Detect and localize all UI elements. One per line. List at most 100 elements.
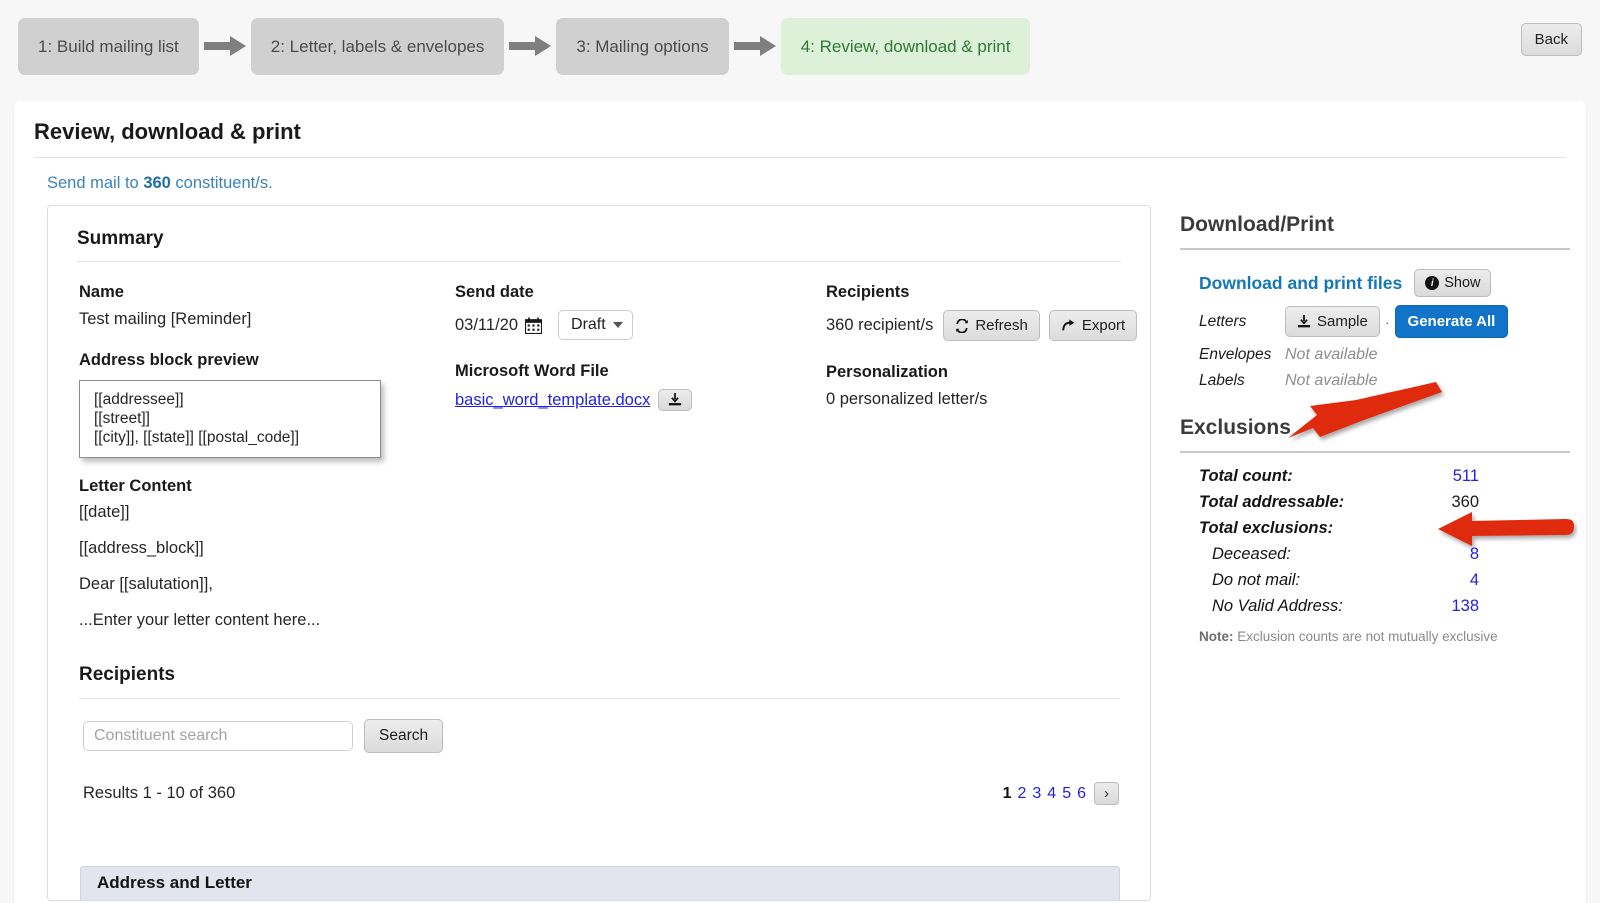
- search-input[interactable]: [83, 721, 353, 751]
- wizard-steps: 1: Build mailing list 2: Letter, labels …: [0, 17, 1031, 75]
- word-file-row: basic_word_template.docx: [455, 389, 826, 411]
- show-button-label: Show: [1444, 275, 1481, 291]
- wizard-step-4[interactable]: 4: Review, download & print: [780, 17, 1031, 75]
- exclusions-note-text: Exclusion counts are not mutually exclus…: [1233, 629, 1498, 644]
- send-mail-suffix: constituent/s.: [170, 174, 273, 192]
- info-icon: i: [1425, 276, 1440, 290]
- send-date-label: Send date: [455, 283, 534, 301]
- letter-content-line-1: [[date]]: [79, 503, 130, 521]
- recipients-table-header: Address and Letter: [80, 866, 1120, 900]
- chevron-down-icon: [612, 322, 623, 328]
- exclusions-divider: [1180, 451, 1570, 453]
- summary-heading: Summary: [77, 228, 164, 249]
- personalization-value: 0 personalized letter/s: [826, 390, 988, 408]
- letters-label: Letters: [1199, 312, 1247, 330]
- refresh-button[interactable]: Refresh: [943, 310, 1040, 341]
- next-page-button[interactable]: ›: [1094, 782, 1119, 805]
- summary-column-right: Recipients 360 recipient/s Refresh Expor…: [826, 283, 1146, 480]
- exclusion-label: Total exclusions:: [1199, 519, 1334, 537]
- results-count-text: Results 1 - 10 of 360: [83, 784, 236, 802]
- refresh-icon: [956, 318, 969, 333]
- exclusion-value[interactable]: 4: [1470, 571, 1479, 590]
- generate-all-button[interactable]: Generate All: [1394, 305, 1509, 338]
- summary-panel: Summary Name Test mailing [Reminder] Add…: [47, 205, 1151, 901]
- export-arrow-icon: [1062, 319, 1075, 330]
- recipients-section-heading: Recipients: [79, 664, 176, 685]
- labels-label: Labels: [1199, 372, 1245, 389]
- page-link-1: 1: [1002, 784, 1012, 802]
- labels-file-row: Labels Not available: [1199, 372, 1570, 390]
- recipients-field: Recipients 360 recipient/s Refresh Expor…: [826, 283, 1146, 341]
- wizard-step-3[interactable]: 3: Mailing options: [556, 17, 729, 75]
- exclusion-value: 360: [1451, 493, 1479, 511]
- send-date-field: Send date 03/11/20 Draft: [455, 283, 826, 340]
- download-icon: [1297, 314, 1311, 327]
- export-button[interactable]: Export: [1048, 310, 1138, 341]
- status-dropdown[interactable]: Draft: [558, 310, 633, 340]
- download-icon: [669, 393, 682, 406]
- exclusion-value[interactable]: 138: [1451, 597, 1479, 616]
- send-date-value: 03/11/20: [455, 315, 519, 334]
- sample-letters-button[interactable]: Sample: [1285, 306, 1380, 337]
- summary-column-left: Name Test mailing [Reminder] Address blo…: [79, 283, 455, 480]
- envelopes-status: Not available: [1285, 346, 1378, 363]
- page-link-2[interactable]: 2: [1017, 785, 1026, 803]
- page-link-3[interactable]: 3: [1032, 785, 1041, 803]
- exclusion-label: Deceased:: [1212, 545, 1291, 563]
- exclusion-row-do-not-mail: Do not mail: 4: [1199, 571, 1479, 590]
- download-print-files-row: Download and print files i Show: [1199, 269, 1570, 297]
- personalization-label: Personalization: [826, 363, 948, 381]
- page-link-4[interactable]: 4: [1047, 785, 1056, 803]
- recipients-divider: [79, 698, 1119, 699]
- pagination: 1 2 3 4 5 6 ›: [1003, 782, 1119, 805]
- recipients-count: 360 recipient/s: [826, 316, 934, 334]
- refresh-button-label: Refresh: [975, 317, 1028, 334]
- word-file-link[interactable]: basic_word_template.docx: [455, 391, 650, 410]
- back-button[interactable]: Back: [1520, 23, 1582, 56]
- exclusion-label: Do not mail:: [1212, 571, 1301, 589]
- send-mail-summary-link[interactable]: Send mail to 360 constituent/s.: [47, 174, 1586, 193]
- send-mail-count: 360: [143, 174, 171, 192]
- download-word-file-button[interactable]: [658, 389, 693, 411]
- search-button[interactable]: Search: [364, 719, 444, 753]
- results-row: Results 1 - 10 of 360 1 2 3 4 5 6 ›: [83, 782, 1119, 805]
- exclusion-label: No Valid Address:: [1212, 597, 1343, 615]
- letter-content-section: Letter Content [[date]] [[address_block]…: [48, 477, 1150, 630]
- recipients-row: 360 recipient/s Refresh Export: [826, 310, 1146, 341]
- constituent-search-row: Search: [83, 719, 1150, 753]
- download-and-print-files-link[interactable]: Download and print files: [1199, 273, 1402, 294]
- address-line-2: [[street]]: [94, 410, 150, 427]
- wizard-step-2[interactable]: 2: Letter, labels & envelopes: [250, 17, 505, 75]
- envelopes-file-row: Envelopes Not available: [1199, 346, 1570, 364]
- word-file-field: Microsoft Word File basic_word_template.…: [455, 362, 826, 411]
- exclusion-value[interactable]: 8: [1470, 545, 1479, 564]
- word-file-label: Microsoft Word File: [455, 362, 609, 380]
- download-print-heading: Download/Print: [1180, 213, 1334, 236]
- page-link-5[interactable]: 5: [1062, 785, 1071, 803]
- show-button[interactable]: i Show: [1414, 269, 1492, 297]
- name-label: Name: [79, 283, 124, 301]
- wizard-step-bar: 1: Build mailing list 2: Letter, labels …: [0, 0, 1600, 92]
- button-separator: ·: [1384, 313, 1390, 330]
- calendar-icon[interactable]: [525, 317, 543, 334]
- letter-content-line-4: ...Enter your letter content here...: [79, 611, 321, 629]
- page-title: Review, download & print: [34, 119, 301, 144]
- exclusion-row-total-count: Total count: 511: [1199, 467, 1479, 486]
- wizard-step-1[interactable]: 1: Build mailing list: [18, 17, 199, 75]
- exclusion-label: Total addressable:: [1199, 493, 1345, 511]
- export-button-label: Export: [1081, 317, 1126, 334]
- exclusion-row-no-valid-address: No Valid Address: 138: [1199, 597, 1479, 616]
- exclusion-value[interactable]: 511: [1453, 467, 1479, 486]
- summary-column-middle: Send date 03/11/20 Draft Microsoft Word …: [455, 283, 826, 480]
- name-field: Name Test mailing [Reminder]: [79, 283, 455, 329]
- download-print-divider: [1180, 248, 1570, 250]
- address-block-preview: [[addressee]] [[street]] [[city]], [[sta…: [79, 380, 381, 458]
- exclusion-row-total-exclusions: Total exclusions: 151: [1199, 519, 1479, 538]
- letter-content-line-3: Dear [[salutation]],: [79, 575, 213, 593]
- title-divider: [34, 157, 1566, 158]
- step-arrow-icon-1: [199, 18, 251, 75]
- sample-button-label: Sample: [1317, 313, 1368, 330]
- address-block-label: Address block preview: [79, 351, 259, 369]
- page-link-6[interactable]: 6: [1077, 785, 1086, 803]
- status-dropdown-value: Draft: [571, 316, 606, 333]
